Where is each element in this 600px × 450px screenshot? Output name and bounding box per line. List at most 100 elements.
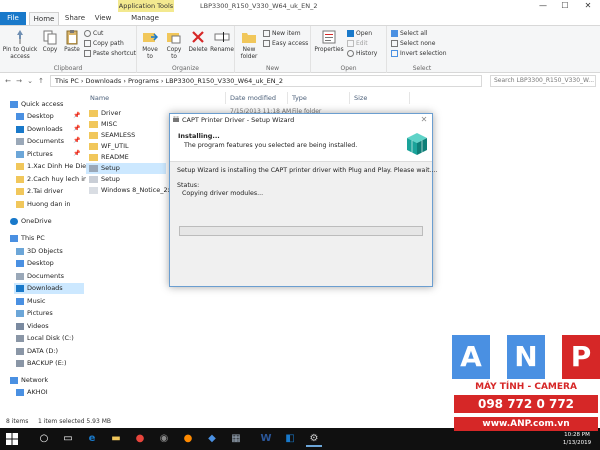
dialog-header: Installing... The program features you s… (170, 126, 432, 162)
breadcrumb-downloads[interactable]: Downloads (86, 77, 122, 85)
nav-pc-item[interactable]: Local Disk (C:) (16, 333, 74, 344)
close-button[interactable]: ✕ (577, 0, 599, 12)
nav-item-documents[interactable]: Documents (16, 136, 64, 147)
column-header-type[interactable]: Type (288, 92, 350, 104)
file-row[interactable]: SEAMLESS (86, 130, 166, 141)
file-row[interactable]: README (86, 152, 166, 163)
file-row-selected[interactable]: Setup (86, 163, 166, 174)
word-icon[interactable]: W (258, 431, 274, 447)
nav-onedrive[interactable]: OneDrive (10, 216, 52, 227)
pin-quick-access-button[interactable]: Pin to Quick access (2, 29, 38, 60)
nav-pc-item[interactable]: Videos (16, 321, 49, 332)
address-field[interactable]: This PC › Downloads › Programs › LBP3300… (50, 75, 482, 87)
copy-button[interactable]: Copy (40, 29, 60, 54)
minimize-button[interactable]: — (532, 0, 554, 12)
nav-network[interactable]: Network (10, 375, 48, 386)
delete-button[interactable]: Delete (187, 29, 209, 54)
column-header-date[interactable]: Date modified (226, 92, 288, 104)
nav-item-folder[interactable]: 2.Tai driver (16, 186, 63, 197)
cut-label: Cut (93, 30, 104, 37)
tab-share[interactable]: Share (62, 12, 88, 25)
file-row[interactable]: WF_UTIL (86, 141, 166, 152)
move-to-button[interactable]: Move to (139, 29, 161, 60)
nav-pc-item[interactable]: Documents (16, 271, 64, 282)
copy-path-icon (84, 40, 91, 47)
copy-to-button[interactable]: Copy to (163, 29, 185, 60)
setup-wizard-taskbar-icon[interactable]: ⚙ (306, 431, 322, 447)
select-none-button[interactable]: Select none (391, 39, 435, 48)
copy-path-button[interactable]: Copy path (84, 39, 124, 48)
tab-view[interactable]: View (91, 12, 115, 25)
dialog-close-button[interactable]: ✕ (419, 114, 429, 126)
nav-item-label: 1.Xac Dinh He Dieu (27, 162, 91, 170)
app-icon[interactable]: ◉ (156, 431, 172, 447)
cut-button[interactable]: Cut (84, 29, 103, 38)
edge-icon[interactable]: e (84, 431, 100, 447)
breadcrumb-current-folder[interactable]: LBP3300_R150_V330_W64_uk_EN_2 (166, 77, 284, 85)
column-header-name[interactable]: Name (86, 92, 226, 104)
breadcrumb-this-pc[interactable]: This PC (55, 77, 79, 85)
nav-item-label: Downloads (27, 284, 63, 292)
open-group-label: Open (340, 65, 357, 72)
nav-pc-item[interactable]: 3D Objects (16, 246, 63, 257)
file-row[interactable]: MISC (86, 119, 166, 130)
nav-pc-item[interactable]: Desktop (16, 258, 54, 269)
forward-button[interactable]: → (14, 75, 24, 87)
tab-file[interactable]: File (0, 12, 26, 25)
move-to-label: Move to (142, 47, 158, 60)
start-button[interactable] (4, 431, 20, 447)
nav-item-downloads[interactable]: Downloads (16, 124, 63, 135)
open-button[interactable]: Open (347, 29, 372, 38)
paste-shortcut-button[interactable]: Paste shortcut (84, 49, 136, 58)
back-button[interactable]: ← (3, 75, 13, 87)
breadcrumb-programs[interactable]: Programs (128, 77, 159, 85)
rename-button[interactable]: Rename (210, 29, 234, 54)
nav-pc-item-downloads[interactable]: Downloads (14, 283, 84, 294)
history-button[interactable]: History (347, 49, 377, 58)
nav-item-folder[interactable]: 2.Cach huy lech in (16, 174, 87, 185)
nav-item-folder[interactable]: Huong dan in (16, 199, 71, 210)
up-button[interactable]: ↑ (36, 75, 46, 87)
file-row[interactable]: Windows 8_Notice_2x (86, 185, 171, 196)
app-icon[interactable]: ◆ (204, 431, 220, 447)
new-folder-button[interactable]: New folder (237, 29, 261, 60)
search-input[interactable]: Search LBP3300_R150_V330_W... (490, 75, 596, 87)
edit-button[interactable]: Edit (347, 39, 368, 48)
column-header-size[interactable]: Size (350, 92, 410, 104)
nav-item-pictures[interactable]: Pictures (16, 149, 53, 160)
invert-selection-button[interactable]: Invert selection (391, 49, 447, 58)
file-explorer-icon[interactable]: ▬ (108, 431, 124, 447)
task-view-icon[interactable]: ▭ (60, 431, 76, 447)
search-icon[interactable]: ○ (36, 431, 52, 447)
nav-pc-item[interactable]: DATA (D:) (16, 346, 58, 357)
nav-pc-item[interactable]: Pictures (16, 308, 53, 319)
properties-button[interactable]: Properties (313, 29, 345, 54)
nav-quick-access[interactable]: Quick access (10, 99, 63, 110)
nav-pc-item[interactable]: Music (16, 296, 46, 307)
tab-manage[interactable]: Manage (122, 12, 168, 25)
select-all-icon (391, 30, 398, 37)
nav-this-pc[interactable]: This PC (10, 233, 45, 244)
nav-item-folder[interactable]: 1.Xac Dinh He Dieu (16, 161, 90, 172)
nav-item-label: Pictures (27, 309, 53, 317)
tab-home[interactable]: Home (29, 12, 59, 25)
nav-network-item[interactable]: AKHOI (16, 387, 48, 398)
file-row[interactable]: Driver (86, 108, 166, 119)
recent-locations-button[interactable]: ⌄ (25, 75, 35, 87)
nav-pc-item[interactable]: BACKUP (E:) (16, 358, 67, 369)
file-row[interactable]: Setup (86, 174, 166, 185)
anp-letter-n: N (507, 335, 545, 379)
nav-item-label: DATA (D:) (27, 347, 59, 355)
paste-button[interactable]: Paste (62, 29, 82, 54)
easy-access-button[interactable]: Easy access (263, 39, 308, 48)
chrome-icon[interactable]: ● (132, 431, 148, 447)
firefox-icon[interactable]: ● (180, 431, 196, 447)
app-icon[interactable]: ◧ (282, 431, 298, 447)
maximize-button[interactable]: ☐ (554, 0, 576, 12)
nav-item-desktop[interactable]: Desktop (16, 111, 54, 122)
pin-icon: 📌 (73, 112, 81, 119)
select-all-button[interactable]: Select all (391, 29, 427, 38)
nav-item-label: Documents (27, 272, 65, 280)
new-item-button[interactable]: New item (263, 29, 301, 38)
app-icon[interactable]: ▦ (228, 431, 244, 447)
